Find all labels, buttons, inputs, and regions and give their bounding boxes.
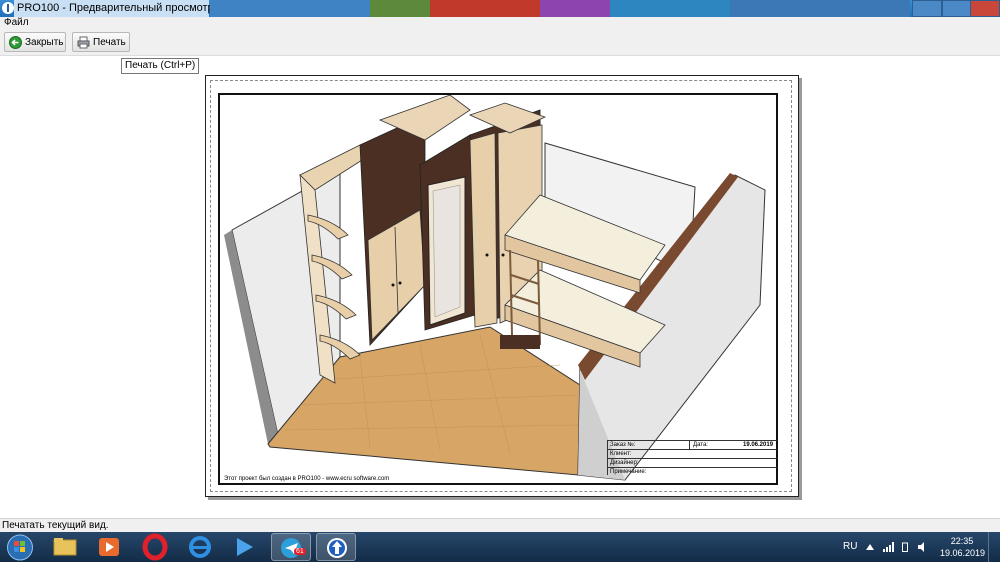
internet-explorer-icon: [189, 536, 211, 558]
status-text: Печатать текущий вид.: [2, 520, 109, 531]
background-window-strip: [610, 0, 730, 17]
printer-icon: [77, 36, 90, 49]
close-button-label: Закрыть: [25, 37, 64, 48]
stamp-client-label: Клиент:: [610, 451, 632, 457]
stamp-designer-label: Дизайнер:: [610, 460, 639, 466]
pro100-icon: [327, 538, 347, 558]
background-window-strip: [540, 0, 610, 17]
status-bar: Печатать текущий вид.: [0, 518, 1000, 533]
battery-icon[interactable]: [902, 542, 908, 552]
taskbar-media-player[interactable]: [89, 533, 129, 561]
taskbar-telegram[interactable]: 61: [271, 533, 311, 561]
room-render: [224, 95, 766, 481]
taskbar-internet-explorer[interactable]: [180, 533, 220, 561]
footer-note: Этот проект был создан в PRO100 - www.ec…: [224, 476, 390, 482]
stamp-note-label: Примечание:: [610, 469, 647, 475]
background-window-strip: [370, 0, 430, 17]
taskbar-opera[interactable]: [135, 533, 175, 561]
stamp-date-label: Дата:: [693, 442, 708, 448]
maximize-button[interactable]: [942, 0, 972, 17]
play-icon: [237, 538, 253, 556]
title-stamp: Заказ №: Дата: 19.06.2019 Клиент: Дизайн…: [607, 440, 779, 475]
close-button[interactable]: Закрыть: [4, 32, 66, 52]
stamp-order-label: Заказ №:: [610, 442, 636, 448]
clock-date: 19.06.2019: [940, 548, 986, 558]
stamp-date-value: 19.06.2019: [743, 442, 774, 448]
background-window-strip: [730, 0, 910, 17]
print-button-label: Печать: [93, 37, 126, 48]
taskbar-pro100[interactable]: [316, 533, 356, 561]
clock[interactable]: 22:35 19.06.2019: [940, 535, 986, 559]
bed-drawer: [500, 335, 540, 349]
telegram-badge: 61: [294, 548, 306, 555]
show-desktop-button[interactable]: [988, 532, 1000, 562]
menu-file[interactable]: Файл: [4, 17, 29, 28]
opera-icon: [142, 533, 168, 561]
signal-icon[interactable]: [883, 542, 894, 552]
minimize-button[interactable]: [912, 0, 942, 17]
taskbar-explorer[interactable]: [45, 533, 85, 561]
back-arrow-icon: [9, 36, 22, 49]
print-button[interactable]: Печать: [72, 32, 130, 52]
volume-icon[interactable]: [918, 542, 928, 552]
toolbar: Закрыть Печать: [0, 30, 1000, 56]
taskbar-player[interactable]: [224, 533, 264, 561]
title-bar: PRO100 - Предварительный просмотр печати: [0, 0, 1000, 17]
background-window-strip: [430, 0, 540, 17]
taskbar: 61 RU 22:35 19.06.2019: [0, 532, 1000, 562]
telegram-icon: [281, 538, 301, 558]
menu-bar: Файл: [0, 17, 1000, 30]
clock-time: 22:35: [950, 536, 974, 546]
media-player-icon: [99, 538, 119, 556]
right-wardrobe-door-left: [469, 132, 498, 328]
print-tooltip: Печать (Ctrl+P): [121, 58, 200, 74]
tray-arrow-icon[interactable]: [866, 542, 874, 552]
mirror: [432, 184, 461, 318]
close-window-button[interactable]: [970, 0, 1000, 17]
language-indicator[interactable]: RU: [843, 541, 857, 552]
folder-icon: [53, 538, 77, 556]
stamp-row-note: Примечание:: [607, 467, 777, 477]
background-window-strip: [210, 0, 370, 17]
start-button[interactable]: [6, 534, 34, 561]
app-icon: [2, 2, 14, 14]
